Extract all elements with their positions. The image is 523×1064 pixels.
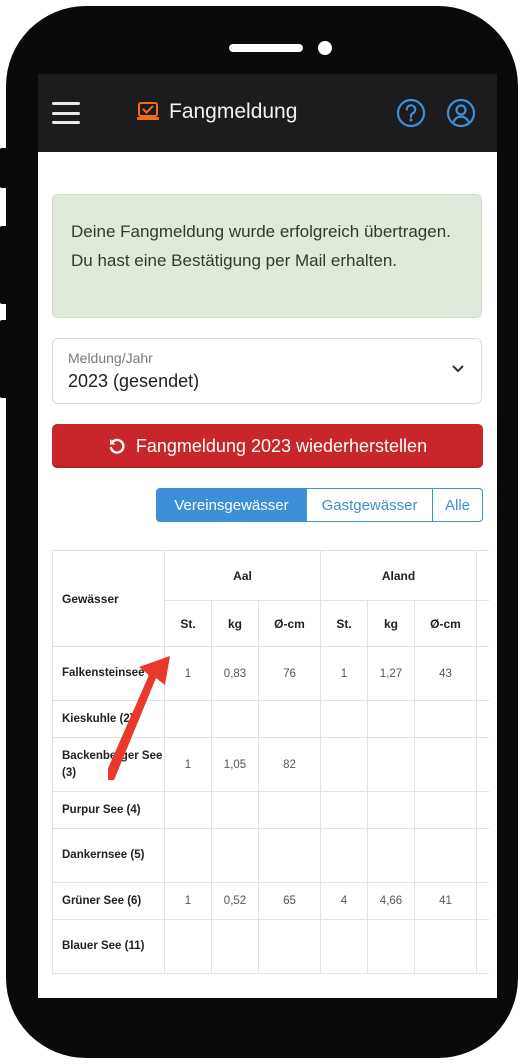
table-row: Blauer See (11) xyxy=(52,919,489,974)
table-row: Purpur See (4) xyxy=(52,791,489,829)
table-cell xyxy=(211,700,259,738)
undo-icon xyxy=(109,438,125,454)
subheader-st: St. xyxy=(164,600,212,647)
table-cell xyxy=(320,919,368,974)
main-content: Deine Fangmeldung wurde erfolgreich über… xyxy=(38,152,497,998)
table-overflow-cell xyxy=(476,550,489,601)
table-cell xyxy=(414,737,477,792)
table-cell: 0,83 xyxy=(211,646,259,701)
table-row: Dankernsee (5) xyxy=(52,828,489,883)
table-cell: 82 xyxy=(258,737,321,792)
table-cell xyxy=(367,791,415,829)
water-name-cell: Purpur See (4) xyxy=(52,791,165,829)
water-name-cell: Blauer See (11) xyxy=(52,919,165,974)
report-checklist-icon xyxy=(137,102,159,120)
subheader-kg: kg xyxy=(367,600,415,647)
tab-vereinsgewaesser[interactable]: Vereinsgewässer xyxy=(156,488,307,522)
species-header-aland: Aland xyxy=(320,550,477,601)
phone-side-button xyxy=(0,148,8,188)
restore-report-button[interactable]: Fangmeldung 2023 wiederherstellen xyxy=(52,424,483,468)
water-name-cell: Grüner See (6) xyxy=(52,882,165,920)
table-overflow-cell xyxy=(476,828,489,883)
tab-alle[interactable]: Alle xyxy=(433,488,483,522)
table-cell xyxy=(367,700,415,738)
table-overflow-cell xyxy=(476,600,489,647)
waters-column-header: Gewässer xyxy=(52,550,165,647)
table-cell xyxy=(320,700,368,738)
header-title-group: Fangmeldung xyxy=(137,100,297,124)
success-alert: Deine Fangmeldung wurde erfolgreich über… xyxy=(52,194,482,318)
table-cell: 1,27 xyxy=(367,646,415,701)
page-title: Fangmeldung xyxy=(169,100,298,123)
year-select-label: Meldung/Jahr xyxy=(68,350,153,366)
tab-gastgewaesser[interactable]: Gastgewässer xyxy=(307,488,433,522)
table-cell xyxy=(414,700,477,738)
species-header-aal: Aal xyxy=(164,550,321,601)
water-type-tabs: Vereinsgewässer Gastgewässer Alle xyxy=(156,488,483,522)
table-cell xyxy=(164,791,212,829)
table-overflow-cell xyxy=(476,646,489,701)
table-cell xyxy=(320,791,368,829)
table-cell xyxy=(164,919,212,974)
subheader-st: St. xyxy=(320,600,368,647)
table-overflow-cell xyxy=(476,791,489,829)
table-overflow-cell xyxy=(476,737,489,792)
table-cell: 4 xyxy=(320,882,368,920)
table-cell: 65 xyxy=(258,882,321,920)
subheader-kg: kg xyxy=(211,600,259,647)
red-pointer-arrow xyxy=(108,656,170,780)
table-cell: 1,05 xyxy=(211,737,259,792)
restore-report-label: Fangmeldung 2023 wiederherstellen xyxy=(135,435,428,456)
table-cell xyxy=(320,828,368,883)
phone-speaker xyxy=(229,44,303,52)
chevron-down-icon xyxy=(452,365,464,373)
table-cell xyxy=(164,828,212,883)
table-cell xyxy=(414,919,477,974)
table-overflow-cell xyxy=(476,919,489,974)
table-cell: 1 xyxy=(164,882,212,920)
table-overflow-cell xyxy=(476,700,489,738)
table-cell: 0,52 xyxy=(211,882,259,920)
year-select-value: 2023 (gesendet) xyxy=(68,371,200,391)
subheader-cm: Ø-cm xyxy=(414,600,477,647)
phone-side-button xyxy=(0,226,8,304)
table-row: Grüner See (6) 1 0,52 65 4 4,66 41 xyxy=(52,882,489,920)
table-cell: 41 xyxy=(414,882,477,920)
table-cell xyxy=(320,737,368,792)
table-cell: 1 xyxy=(320,646,368,701)
year-select[interactable]: Meldung/Jahr 2023 (gesendet) xyxy=(52,338,482,404)
table-cell xyxy=(211,919,259,974)
table-cell xyxy=(367,737,415,792)
app-header: Fangmeldung xyxy=(38,74,497,152)
table-cell: 76 xyxy=(258,646,321,701)
table-cell xyxy=(367,919,415,974)
table-cell: 4,66 xyxy=(367,882,415,920)
table-cell xyxy=(367,828,415,883)
hamburger-menu-icon[interactable] xyxy=(52,102,80,124)
table-cell xyxy=(258,919,321,974)
table-cell xyxy=(211,828,259,883)
water-name-cell: Dankernsee (5) xyxy=(52,828,165,883)
question-circle-icon[interactable] xyxy=(396,98,426,128)
user-circle-icon[interactable] xyxy=(446,98,476,128)
table-cell xyxy=(258,700,321,738)
subheader-cm: Ø-cm xyxy=(258,600,321,647)
table-cell xyxy=(414,828,477,883)
table-cell xyxy=(258,791,321,829)
table-cell xyxy=(258,828,321,883)
phone-side-button xyxy=(0,320,8,398)
table-cell xyxy=(211,791,259,829)
phone-camera xyxy=(318,41,332,55)
table-cell xyxy=(414,791,477,829)
table-overflow-cell xyxy=(476,882,489,920)
table-cell: 43 xyxy=(414,646,477,701)
